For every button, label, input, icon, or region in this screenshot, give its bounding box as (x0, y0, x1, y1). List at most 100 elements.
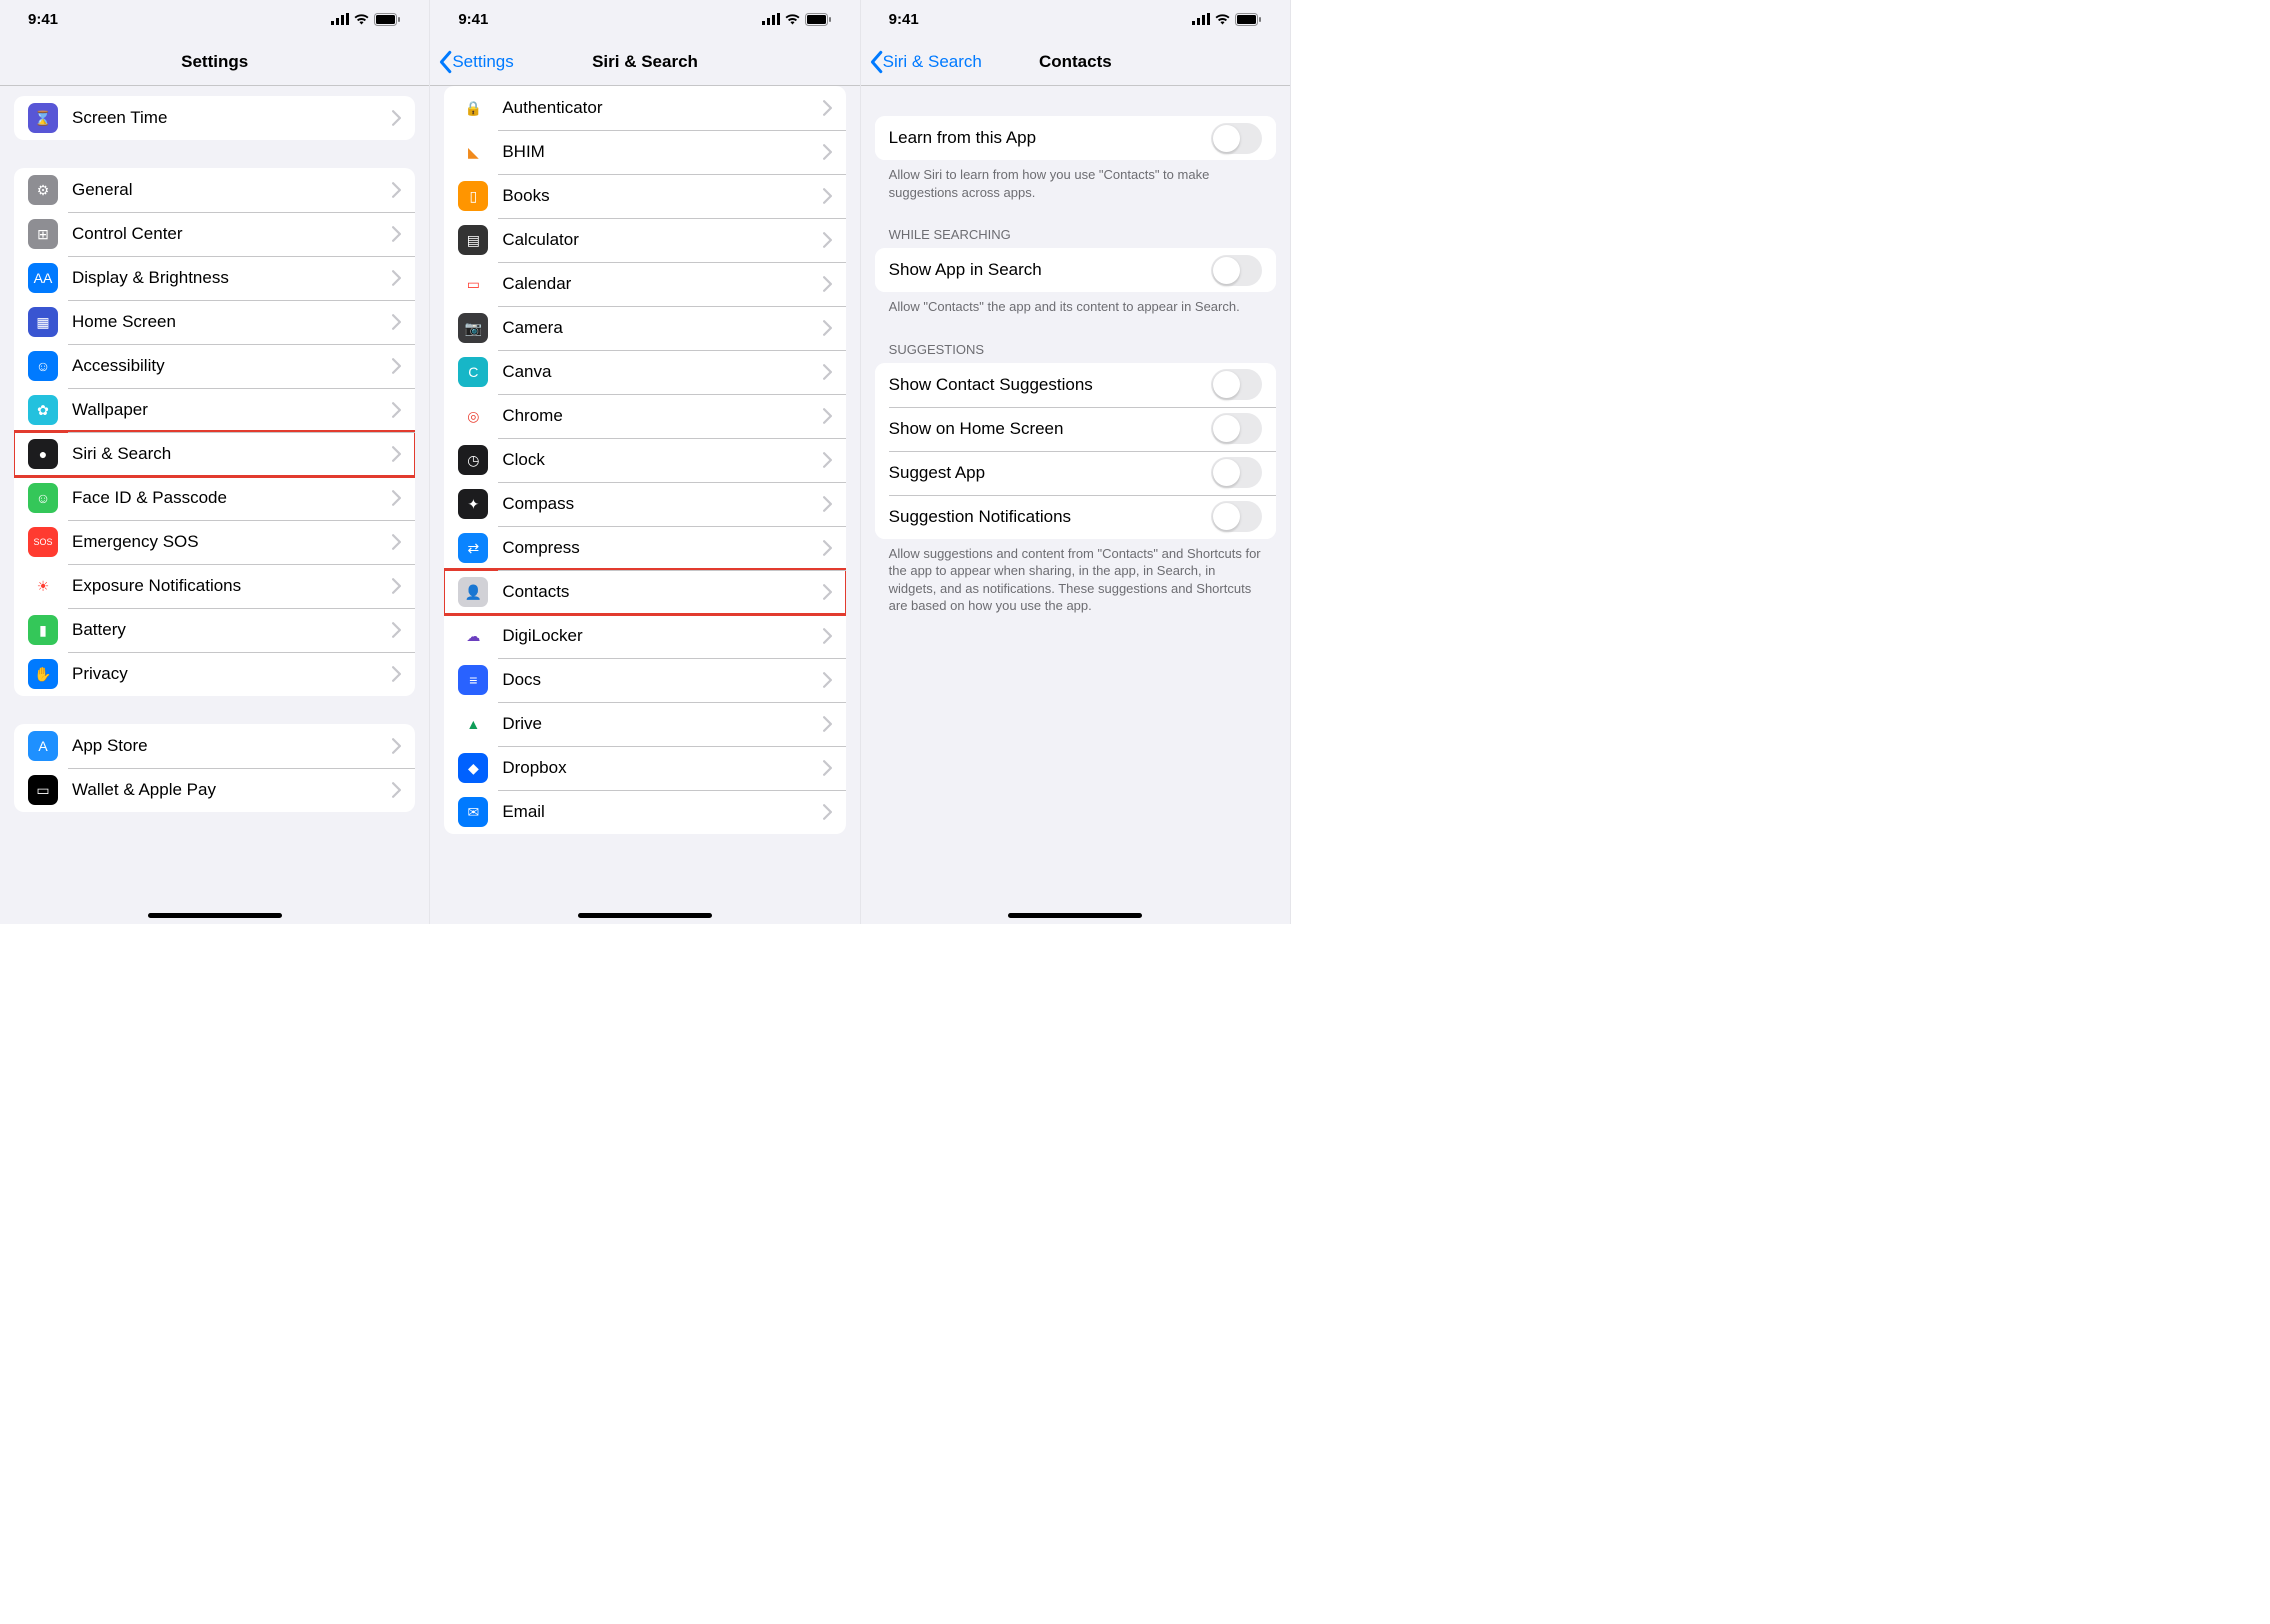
cellular-icon (1192, 13, 1210, 25)
learn-from-app-row[interactable]: Learn from this App (875, 116, 1276, 160)
row-label: DigiLocker (502, 626, 822, 646)
status-bar: 9:41 (861, 0, 1290, 38)
settings-row-accessibility[interactable]: ☺Accessibility (14, 344, 415, 388)
settings-row-camera[interactable]: 📷 Camera (444, 306, 845, 350)
row-label: Show Contact Suggestions (889, 375, 1211, 395)
chevron-right-icon (392, 490, 401, 506)
settings-row-email[interactable]: ✉Email (444, 790, 845, 834)
screen-siri-search: 9:41 Settings Siri & Search 🔒Authenticat… (430, 0, 860, 924)
toggle-switch[interactable] (1211, 501, 1262, 532)
row-label: Compass (502, 494, 822, 514)
settings-row-home-screen[interactable]: ▦Home Screen (14, 300, 415, 344)
show-app-in-search-row[interactable]: Show App in Search (875, 248, 1276, 292)
chevron-right-icon (823, 628, 832, 644)
app-icon: C (458, 357, 488, 387)
settings-row-privacy[interactable]: ✋ Privacy (14, 652, 415, 696)
chevron-right-icon (392, 314, 401, 330)
settings-row-bhim[interactable]: ◣BHIM (444, 130, 845, 174)
settings-row-compass[interactable]: ✦Compass (444, 482, 845, 526)
settings-row-screen-time[interactable]: ⌛Screen Time (14, 96, 415, 140)
settings-row-clock[interactable]: ◷Clock (444, 438, 845, 482)
battery-icon (374, 13, 401, 26)
toggle-switch[interactable] (1211, 255, 1262, 286)
app-icon: ◆ (458, 753, 488, 783)
home-indicator (578, 913, 712, 918)
status-bar: 9:41 (0, 0, 429, 38)
row-label: Authenticator (502, 98, 822, 118)
app-icon: ▭ (458, 269, 488, 299)
back-label: Siri & Search (883, 52, 982, 72)
settings-row-calendar[interactable]: ▭ Calendar (444, 262, 845, 306)
wifi-icon (784, 13, 801, 25)
suggest-app-row[interactable]: Suggest App (875, 451, 1276, 495)
settings-row-general[interactable]: ⚙General (14, 168, 415, 212)
app-icon: ☀ (28, 571, 58, 601)
row-label: Dropbox (502, 758, 822, 778)
page-title: Settings (181, 52, 248, 72)
back-button[interactable]: Settings (436, 38, 513, 85)
chevron-right-icon (823, 540, 832, 556)
row-label: Face ID & Passcode (72, 488, 392, 508)
settings-row-face-id-passcode[interactable]: ☺ Face ID & Passcode (14, 476, 415, 520)
show-on-home-screen-row[interactable]: Show on Home Screen (875, 407, 1276, 451)
chevron-right-icon (823, 276, 832, 292)
settings-row-contacts[interactable]: 👤Contacts (444, 570, 845, 614)
chevron-right-icon (392, 182, 401, 198)
toggle-switch[interactable] (1211, 123, 1262, 154)
settings-row-books[interactable]: ▯Books (444, 174, 845, 218)
app-icon: ▦ (28, 307, 58, 337)
row-label: Wallpaper (72, 400, 392, 420)
row-label: Privacy (72, 664, 392, 684)
chevron-right-icon (823, 232, 832, 248)
settings-row-exposure-notifications[interactable]: ☀Exposure Notifications (14, 564, 415, 608)
settings-row-emergency-sos[interactable]: SOS Emergency SOS (14, 520, 415, 564)
settings-row-drive[interactable]: ▲Drive (444, 702, 845, 746)
settings-row-digilocker[interactable]: ☁DigiLocker (444, 614, 845, 658)
settings-row-docs[interactable]: ≡Docs (444, 658, 845, 702)
app-icon: ⚙ (28, 175, 58, 205)
settings-row-control-center[interactable]: ⊞Control Center (14, 212, 415, 256)
app-icon: 🔒 (458, 93, 488, 123)
settings-row-authenticator[interactable]: 🔒 Authenticator (444, 86, 845, 130)
settings-row-battery[interactable]: ▮Battery (14, 608, 415, 652)
row-label: Emergency SOS (72, 532, 392, 552)
nav-bar: Settings Siri & Search (430, 38, 859, 86)
toggle-switch[interactable] (1211, 413, 1262, 444)
app-icon: 📷 (458, 313, 488, 343)
toggle-switch[interactable] (1211, 369, 1262, 400)
section-footer: Allow Siri to learn from how you use "Co… (861, 160, 1290, 207)
settings-row-canva[interactable]: CCanva (444, 350, 845, 394)
settings-row-compress[interactable]: ⇄Compress (444, 526, 845, 570)
chevron-right-icon (392, 782, 401, 798)
app-icon: ⇄ (458, 533, 488, 563)
back-button[interactable]: Siri & Search (867, 38, 982, 85)
toggle-switch[interactable] (1211, 457, 1262, 488)
settings-row-wallet-apple-pay[interactable]: ▭Wallet & Apple Pay (14, 768, 415, 812)
chevron-right-icon (392, 110, 401, 126)
app-icon: ● (28, 439, 58, 469)
settings-row-calculator[interactable]: ▤Calculator (444, 218, 845, 262)
chevron-right-icon (392, 578, 401, 594)
battery-icon (805, 13, 832, 26)
row-label: Docs (502, 670, 822, 690)
chevron-right-icon (392, 666, 401, 682)
suggestion-notifications-row[interactable]: Suggestion Notifications (875, 495, 1276, 539)
app-icon: ✋ (28, 659, 58, 689)
section-header: WHILE SEARCHING (861, 207, 1290, 248)
nav-bar: Settings (0, 38, 429, 86)
app-icon: SOS (28, 527, 58, 557)
row-label: Calendar (502, 274, 822, 294)
chevron-right-icon (823, 716, 832, 732)
chevron-right-icon (823, 672, 832, 688)
settings-row-chrome[interactable]: ◎Chrome (444, 394, 845, 438)
app-icon: ☺ (28, 483, 58, 513)
settings-row-dropbox[interactable]: ◆ Dropbox (444, 746, 845, 790)
row-label: Camera (502, 318, 822, 338)
app-icon: ✉ (458, 797, 488, 827)
settings-row-display-brightness[interactable]: AADisplay & Brightness (14, 256, 415, 300)
show-contact-suggestions-row[interactable]: Show Contact Suggestions (875, 363, 1276, 407)
settings-row-wallpaper[interactable]: ✿Wallpaper (14, 388, 415, 432)
screen-settings: 9:41 Settings ⌛Screen Time ⚙General⊞Cont… (0, 0, 430, 924)
settings-row-siri-search[interactable]: ●Siri & Search (14, 432, 415, 476)
settings-row-app-store[interactable]: AApp Store (14, 724, 415, 768)
